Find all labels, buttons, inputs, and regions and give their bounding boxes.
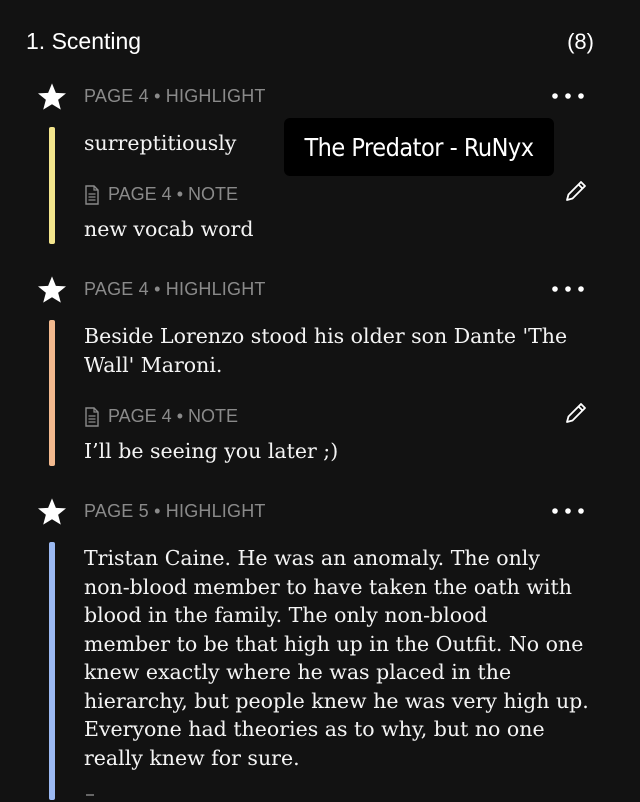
highlight-line: non-blood member to have taken the oath … xyxy=(84,574,572,599)
highlight-line: Tristan Caine. He was an anomaly. The on… xyxy=(84,546,540,570)
highlight-line: hierarchy, but people knew he was very h… xyxy=(84,688,589,713)
more-options-icon[interactable] xyxy=(548,501,588,521)
highlight-text[interactable]: Tristan Caine. He was an anomaly. The on… xyxy=(84,544,614,772)
note-text[interactable]: new vocab word xyxy=(84,217,544,241)
book-title-text: The Predator - RuNyx xyxy=(304,132,534,162)
highlight-meta: PAGE 4 • HIGHLIGHT xyxy=(84,86,266,106)
star-icon[interactable] xyxy=(36,81,68,113)
highlight-meta: PAGE 5 • HIGHLIGHT xyxy=(84,501,266,521)
note-meta: PAGE 4 • NOTE xyxy=(108,406,238,426)
highlight-color-bar xyxy=(49,542,55,800)
book-title-overlay: The Predator - RuNyx xyxy=(284,118,554,176)
more-options-icon[interactable] xyxy=(548,86,588,106)
note-meta: PAGE 4 • NOTE xyxy=(108,184,238,204)
note-icon xyxy=(85,185,99,205)
note-icon xyxy=(85,407,99,427)
star-icon[interactable] xyxy=(36,496,68,528)
chapter-header[interactable]: 1. Scenting (8) xyxy=(0,0,640,84)
highlight-line: member to be that high up in the Outfit.… xyxy=(84,631,584,656)
highlight-text[interactable]: Beside Lorenzo stood his older son Dante… xyxy=(84,322,614,379)
note-icon xyxy=(86,794,94,796)
highlight-color-bar xyxy=(49,320,55,466)
edit-pencil-icon[interactable] xyxy=(562,399,590,427)
edit-pencil-icon[interactable] xyxy=(562,177,590,205)
highlight-line: Everyone had theories as to why, but no … xyxy=(84,717,545,741)
highlight-color-bar xyxy=(49,127,55,244)
annotation-count: (8) xyxy=(567,29,594,54)
chapter-title: 1. Scenting xyxy=(26,28,142,54)
highlight-line: Wall' Maroni. xyxy=(84,352,223,377)
star-icon[interactable] xyxy=(36,274,68,306)
highlight-line: Beside Lorenzo stood his older son Dante… xyxy=(84,324,568,348)
highlight-line: knew exactly where he was placed in the xyxy=(84,660,512,684)
note-text[interactable]: I’ll be seeing you later ;) xyxy=(84,439,544,463)
highlight-meta: PAGE 4 • HIGHLIGHT xyxy=(84,279,266,299)
more-options-icon[interactable] xyxy=(548,279,588,299)
highlight-line: blood in the family. The only non-blood xyxy=(84,603,488,627)
highlight-line: really knew for sure. xyxy=(84,745,300,770)
